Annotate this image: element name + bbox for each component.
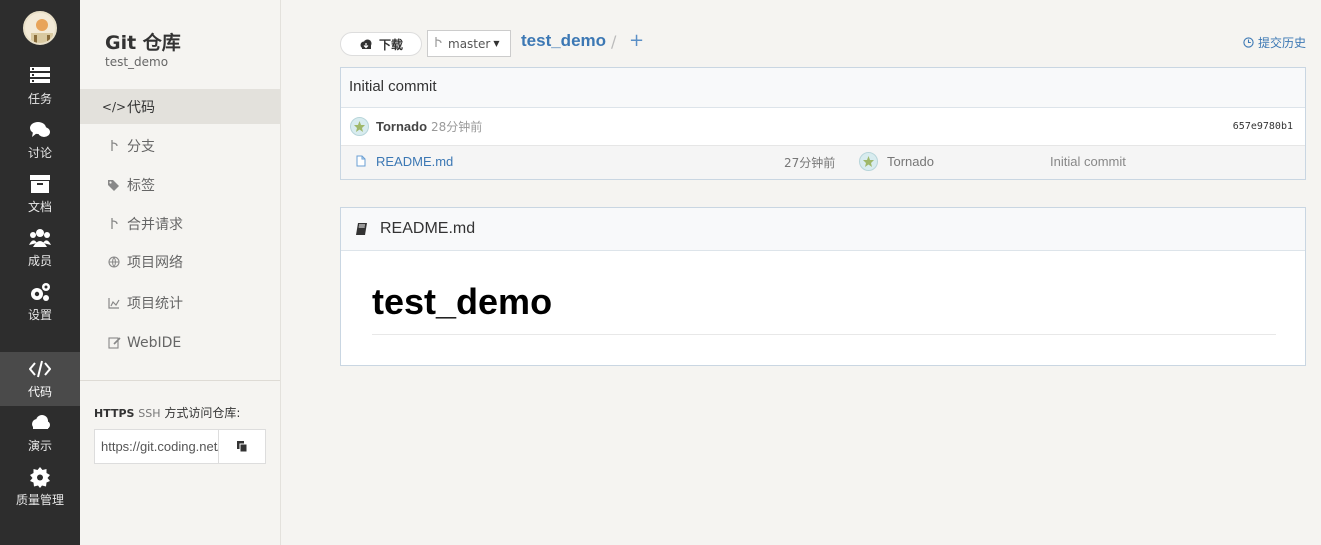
clone-access-label: HTTPS SSH 方式访问仓库: [94, 404, 240, 421]
archive-icon [30, 175, 50, 193]
chart-icon [106, 297, 122, 309]
readme-filename: README.md [380, 220, 476, 237]
commit-time: 28分钟前 [431, 120, 483, 134]
repo-sidebar: Git 仓库 test_demo </> 代码 分支 标签 合并请求 项目网络 … [80, 0, 281, 545]
code-icon [29, 360, 51, 378]
sidebar-item-network[interactable]: 项目网络 [80, 244, 280, 279]
rail-item-label: 演示 [27, 439, 52, 453]
file-author: Tornado [887, 154, 934, 169]
download-button[interactable]: 下载 [340, 32, 422, 56]
sidebar-item-label: 代码 [127, 99, 155, 116]
merge-icon [106, 217, 122, 230]
readme-panel: README.md test_demo [340, 207, 1306, 366]
file-icon [356, 155, 366, 171]
branch-icon [434, 36, 442, 51]
rail-item-label: 任务 [27, 92, 52, 106]
chat-icon [30, 122, 50, 137]
sidebar-item-label: WebIDE [127, 334, 182, 351]
sidebar-item-code[interactable]: </> 代码 [80, 89, 280, 124]
table-row[interactable]: README.md 27分钟前 Tornado Initial commit [341, 146, 1305, 179]
file-name[interactable]: README.md [376, 154, 453, 169]
sidebar-item-label: 分支 [127, 138, 155, 155]
users-icon [29, 229, 51, 247]
repo-toolbar: 下载 master ▼ test_demo / + 提交历史 [340, 30, 1306, 58]
rail-item-tasks[interactable]: 任务 [0, 59, 80, 113]
code-icon: </> [101, 99, 127, 114]
branch-selector[interactable]: master ▼ [427, 30, 511, 57]
edit-icon [106, 336, 122, 349]
add-file-button[interactable]: + [629, 30, 644, 51]
breadcrumb-separator: / [611, 32, 617, 51]
file-time: 27分钟前 [784, 156, 836, 170]
rail-item-label: 成员 [27, 254, 52, 268]
sidebar-item-stats[interactable]: 项目统计 [80, 285, 280, 320]
latest-commit-row: Tornado 28分钟前 657e9780b1 [341, 108, 1305, 146]
rail-item-quality[interactable]: 质量管理 [0, 460, 80, 514]
readme-content: test_demo [341, 251, 1305, 365]
chevron-down-icon: ▼ [493, 39, 500, 48]
branch-icon [106, 139, 122, 152]
sidebar-item-label: 标签 [127, 177, 155, 194]
repo-name: test_demo [105, 55, 169, 69]
download-label: 下载 [378, 37, 403, 52]
user-avatar[interactable] [23, 11, 57, 45]
sidebar-item-label: 项目网络 [127, 254, 183, 271]
author-avatar[interactable] [350, 117, 369, 136]
rail-item-label: 质量管理 [15, 493, 64, 507]
rail-item-demo[interactable]: 演示 [0, 406, 80, 460]
commit-author[interactable]: Tornado [376, 119, 427, 134]
rail-item-docs[interactable]: 文档 [0, 167, 80, 221]
commit-history-link[interactable]: 提交历史 [1243, 34, 1306, 51]
tags-icon [106, 179, 122, 191]
badge-icon [30, 467, 50, 488]
gear-icon [31, 283, 50, 301]
rail-item-label: 代码 [27, 385, 52, 399]
tasks-icon [30, 67, 50, 83]
ssh-option[interactable]: SSH [138, 407, 160, 420]
readme-header: README.md [341, 208, 1305, 251]
heading-divider [372, 334, 1276, 335]
author-avatar [859, 152, 878, 171]
commit-sha[interactable]: 657e9780b1 [1233, 121, 1293, 132]
sidebar-item-tags[interactable]: 标签 [80, 167, 280, 202]
rail-item-code[interactable]: 代码 [0, 352, 80, 406]
rail-item-label: 文档 [27, 200, 52, 214]
sidebar-item-branches[interactable]: 分支 [80, 128, 280, 163]
book-icon [356, 223, 367, 235]
cloud-download-icon [360, 39, 372, 49]
breadcrumb-repo[interactable]: test_demo [521, 31, 606, 51]
access-text: 方式访问仓库: [164, 406, 241, 420]
icon-rail: 任务 讨论 文档 成员 设置 代码 演示 质量管理 [0, 0, 80, 545]
sidebar-item-webide[interactable]: WebIDE [80, 325, 280, 360]
sidebar-item-label: 项目统计 [127, 295, 183, 312]
globe-icon [106, 255, 122, 268]
file-browser: Initial commit Tornado 28分钟前 657e9780b1 … [340, 67, 1306, 180]
rail-item-label: 设置 [27, 308, 52, 322]
history-label: 提交历史 [1257, 36, 1306, 50]
sidebar-item-label: 合并请求 [127, 216, 183, 233]
latest-commit-message[interactable]: Initial commit [341, 68, 1305, 108]
sidebar-divider [80, 380, 280, 381]
repo-section-title: Git 仓库 [105, 32, 181, 54]
file-commit-message[interactable]: Initial commit [1050, 154, 1126, 169]
rail-item-settings[interactable]: 设置 [0, 275, 80, 329]
branch-name: master [448, 36, 491, 51]
rail-item-discussion[interactable]: 讨论 [0, 113, 80, 167]
copy-url-button[interactable] [218, 429, 266, 464]
cloud-icon [32, 415, 50, 429]
sidebar-item-merge-requests[interactable]: 合并请求 [80, 206, 280, 241]
clock-icon [1243, 37, 1254, 48]
copy-icon [237, 441, 248, 453]
rail-item-members[interactable]: 成员 [0, 221, 80, 275]
rail-item-label: 讨论 [27, 146, 52, 160]
https-option[interactable]: HTTPS [94, 407, 134, 420]
clone-url-input[interactable]: https://git.coding.net/ [94, 429, 218, 464]
readme-heading: test_demo [372, 281, 553, 322]
